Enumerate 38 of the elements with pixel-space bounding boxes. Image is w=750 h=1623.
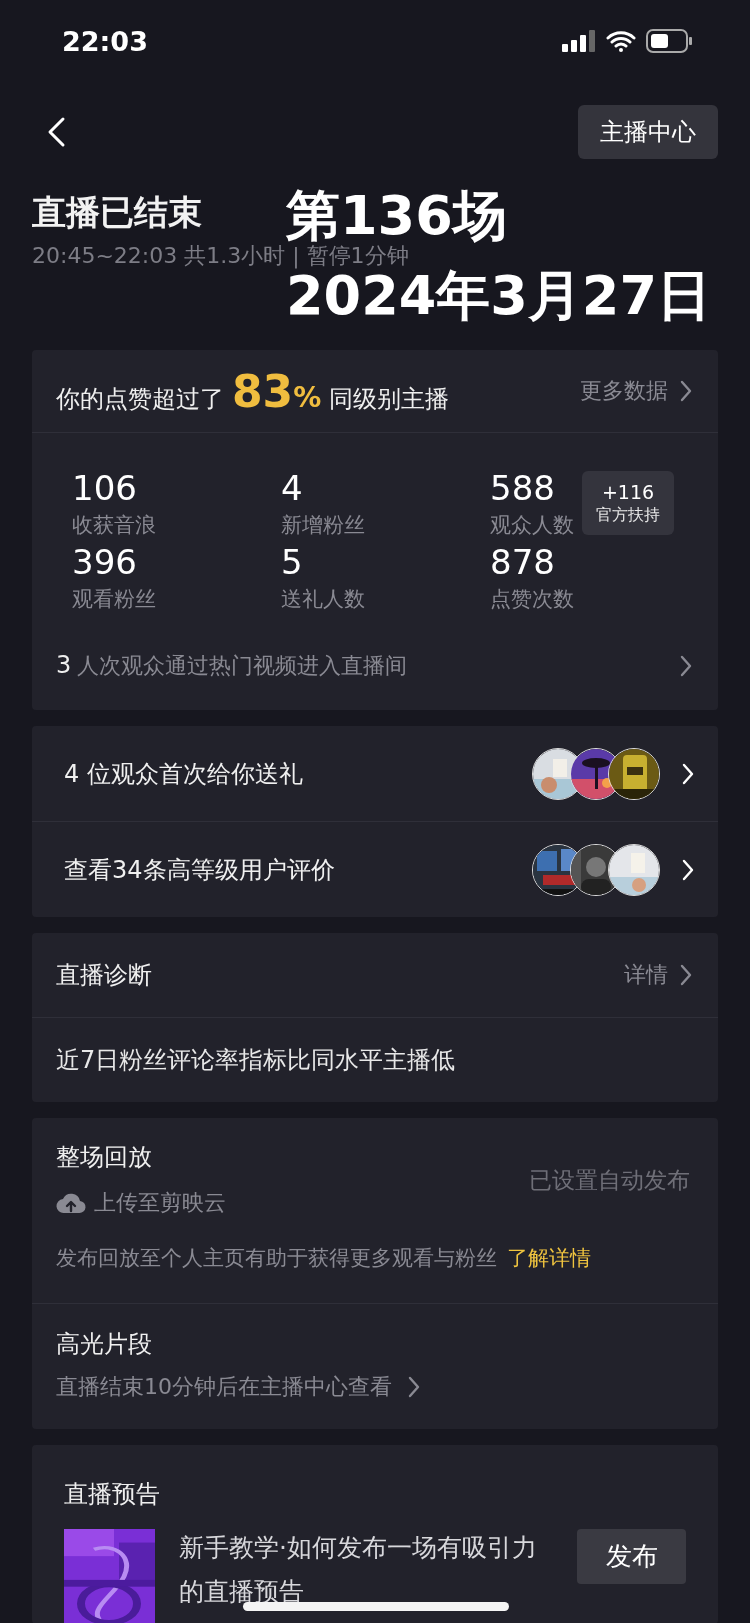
overlay-caption: 2024年3月27日: [286, 270, 711, 322]
stat-value: 4: [281, 467, 303, 509]
auto-publish-status: 已设置自动发布: [529, 1165, 690, 1195]
hot-video-entry-text: 3 人次观众通过热门视频进入直播间: [56, 651, 408, 680]
stat-value: 5: [281, 541, 303, 583]
preview-tutorial-text[interactable]: 新手教学·如何发布一场有吸引力的直播预告: [179, 1526, 549, 1614]
stat-label: 新增粉丝: [281, 512, 365, 539]
stat-value: 588: [490, 467, 555, 509]
stat-value: 396: [72, 541, 137, 583]
upload-destination-text: 上传至剪映云: [94, 1189, 226, 1217]
stat-label: 送礼人数: [281, 586, 365, 613]
audience-row-text[interactable]: 4 位观众首次给你送礼: [64, 757, 303, 790]
audience-row-text[interactable]: 查看34条高等级用户评价: [64, 853, 335, 886]
section-title: 高光片段: [56, 1329, 153, 1360]
status-time: 22:03: [62, 25, 149, 57]
likes-summary-text: 你的点赞超过了 83% 同级别主播: [56, 365, 450, 417]
replay-description: 发布回放至个人主页有助于获得更多观看与粉丝 了解详情: [56, 1245, 592, 1272]
section-title: 直播诊断: [56, 960, 152, 991]
bonus-label: 官方扶持: [596, 504, 660, 526]
diagnosis-text: 近7日粉丝评论率指标比同水平主播低: [55, 1045, 457, 1076]
highlights-text[interactable]: 直播结束10分钟后在主播中心查看: [56, 1371, 392, 1403]
stat-label: 观看粉丝: [72, 586, 156, 613]
session-time-text: 20:45~22:03 共1.3小时 | 暂停1分钟: [32, 242, 409, 270]
stat-label: 观众人数: [490, 512, 574, 539]
stat-label: 点赞次数: [490, 586, 574, 613]
section-title: 直播预告: [64, 1479, 161, 1510]
stat-value: 878: [490, 541, 555, 583]
more-data-label[interactable]: 更多数据: [580, 376, 668, 406]
learn-more-link[interactable]: 了解详情: [507, 1246, 591, 1270]
publish-button[interactable]: 发布: [577, 1529, 686, 1584]
section-title: 整场回放: [56, 1142, 153, 1173]
page-title: 直播已结束: [32, 191, 202, 234]
stat-value: 106: [72, 467, 137, 509]
overlay-caption: 第136场: [286, 190, 507, 242]
streamer-center-button[interactable]: 主播中心: [578, 105, 718, 159]
details-link[interactable]: 详情: [624, 960, 668, 990]
stat-label: 收获音浪: [72, 512, 156, 539]
bonus-value: +116: [601, 480, 655, 504]
